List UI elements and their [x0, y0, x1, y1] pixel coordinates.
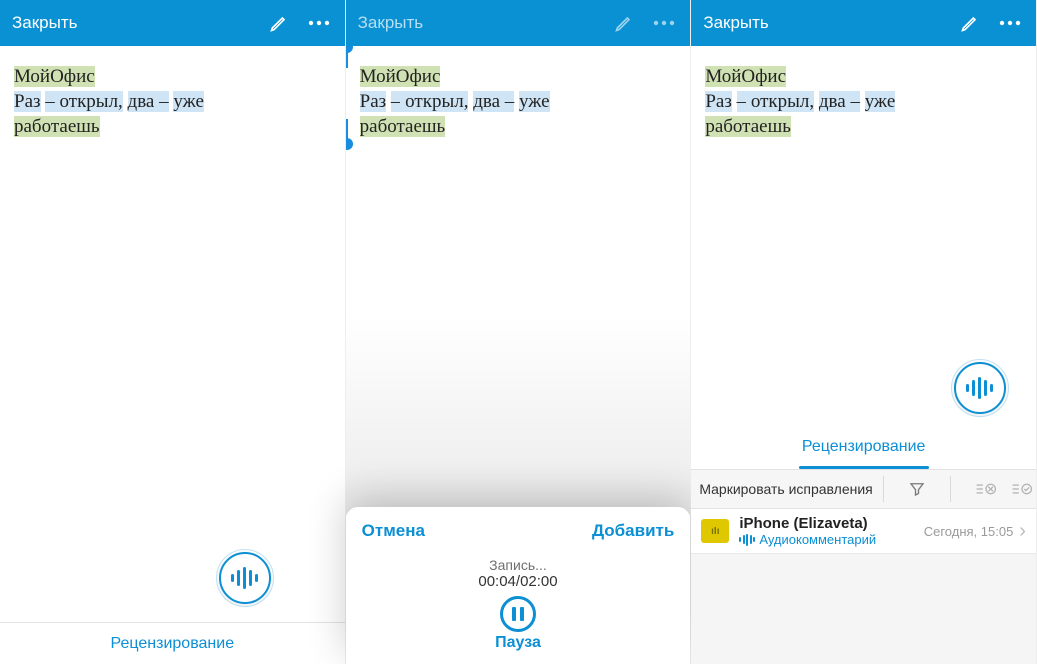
panel-tab-header: Рецензирование [691, 425, 1036, 469]
cancel-button[interactable]: Отмена [362, 521, 425, 541]
edit-icon[interactable] [610, 9, 638, 37]
close-button[interactable]: Закрыть [703, 13, 768, 33]
document-area[interactable]: МойОфис Раз – открыл, два – уже работаеш… [0, 46, 345, 664]
close-button[interactable]: Закрыть [12, 13, 77, 33]
accept-change-icon[interactable] [1011, 480, 1033, 498]
review-toolbar: Маркировать исправления [691, 469, 1036, 509]
header: Закрыть [0, 0, 345, 46]
review-tab[interactable]: Рецензирование [111, 635, 235, 653]
panel-tab-review[interactable]: Рецензирование [802, 438, 926, 456]
recording-time: 00:04/02:00 [362, 573, 675, 590]
pause-button[interactable] [500, 596, 536, 632]
edit-icon[interactable] [265, 9, 293, 37]
bottom-tab-bar: Рецензирование [0, 622, 345, 664]
mark-corrections-label[interactable]: Маркировать исправления [699, 481, 872, 497]
review-panel: Рецензирование Маркировать исправления [691, 425, 1036, 664]
filter-icon[interactable] [908, 480, 926, 498]
recording-status: Запись... [362, 557, 675, 573]
selection-caret-start [346, 46, 348, 68]
comment-date: Сегодня, 15:05 [924, 524, 1014, 539]
more-icon[interactable] [650, 9, 678, 37]
tab-underline [799, 466, 929, 469]
screen-2: Закрыть МойОфис Раз – открыл, два – уже … [346, 0, 692, 664]
doc-body-line: Раз – открыл, два – уже работаешь [705, 89, 1022, 139]
doc-title-text: МойОфис [14, 66, 95, 87]
selection-handle-end[interactable] [346, 138, 353, 150]
chevron-right-icon: › [1019, 520, 1026, 543]
comment-bubble-icon: ıIı [701, 519, 729, 543]
more-icon[interactable] [996, 9, 1024, 37]
close-button[interactable]: Закрыть [358, 13, 423, 33]
screen-1: Закрыть МойОфис Раз – открыл, два – уже … [0, 0, 346, 664]
edit-icon[interactable] [956, 9, 984, 37]
audio-wave-icon [231, 567, 258, 589]
more-icon[interactable] [305, 9, 333, 37]
add-button[interactable]: Добавить [592, 521, 674, 541]
pause-label: Пауза [362, 634, 675, 652]
panel-spacer [691, 554, 1036, 664]
doc-title-text: МойОфис [360, 66, 441, 87]
audio-comment-fab[interactable] [219, 552, 271, 604]
recording-sheet: Отмена Добавить Запись... 00:04/02:00 Па… [346, 507, 691, 664]
header: Закрыть [346, 0, 691, 46]
audio-wave-icon [966, 377, 993, 399]
mini-wave-icon [739, 534, 755, 546]
doc-body-line: Раз – открыл, два – уже работаешь [14, 89, 331, 139]
pause-icon [512, 607, 524, 621]
comment-author: iPhone (Elizaveta) [739, 515, 923, 532]
screen-3: Закрыть МойОфис Раз – открыл, два – уже … [691, 0, 1037, 664]
comment-row[interactable]: ıIı iPhone (Elizaveta) Аудиокомментарий … [691, 509, 1036, 554]
doc-body-line: Раз – открыл, два – уже работаешь [360, 89, 677, 139]
header: Закрыть [691, 0, 1036, 46]
reject-change-icon[interactable] [975, 480, 997, 498]
audio-comment-fab[interactable] [954, 362, 1006, 414]
doc-title-text: МойОфис [705, 66, 786, 87]
comment-type: Аудиокомментарий [739, 532, 923, 547]
